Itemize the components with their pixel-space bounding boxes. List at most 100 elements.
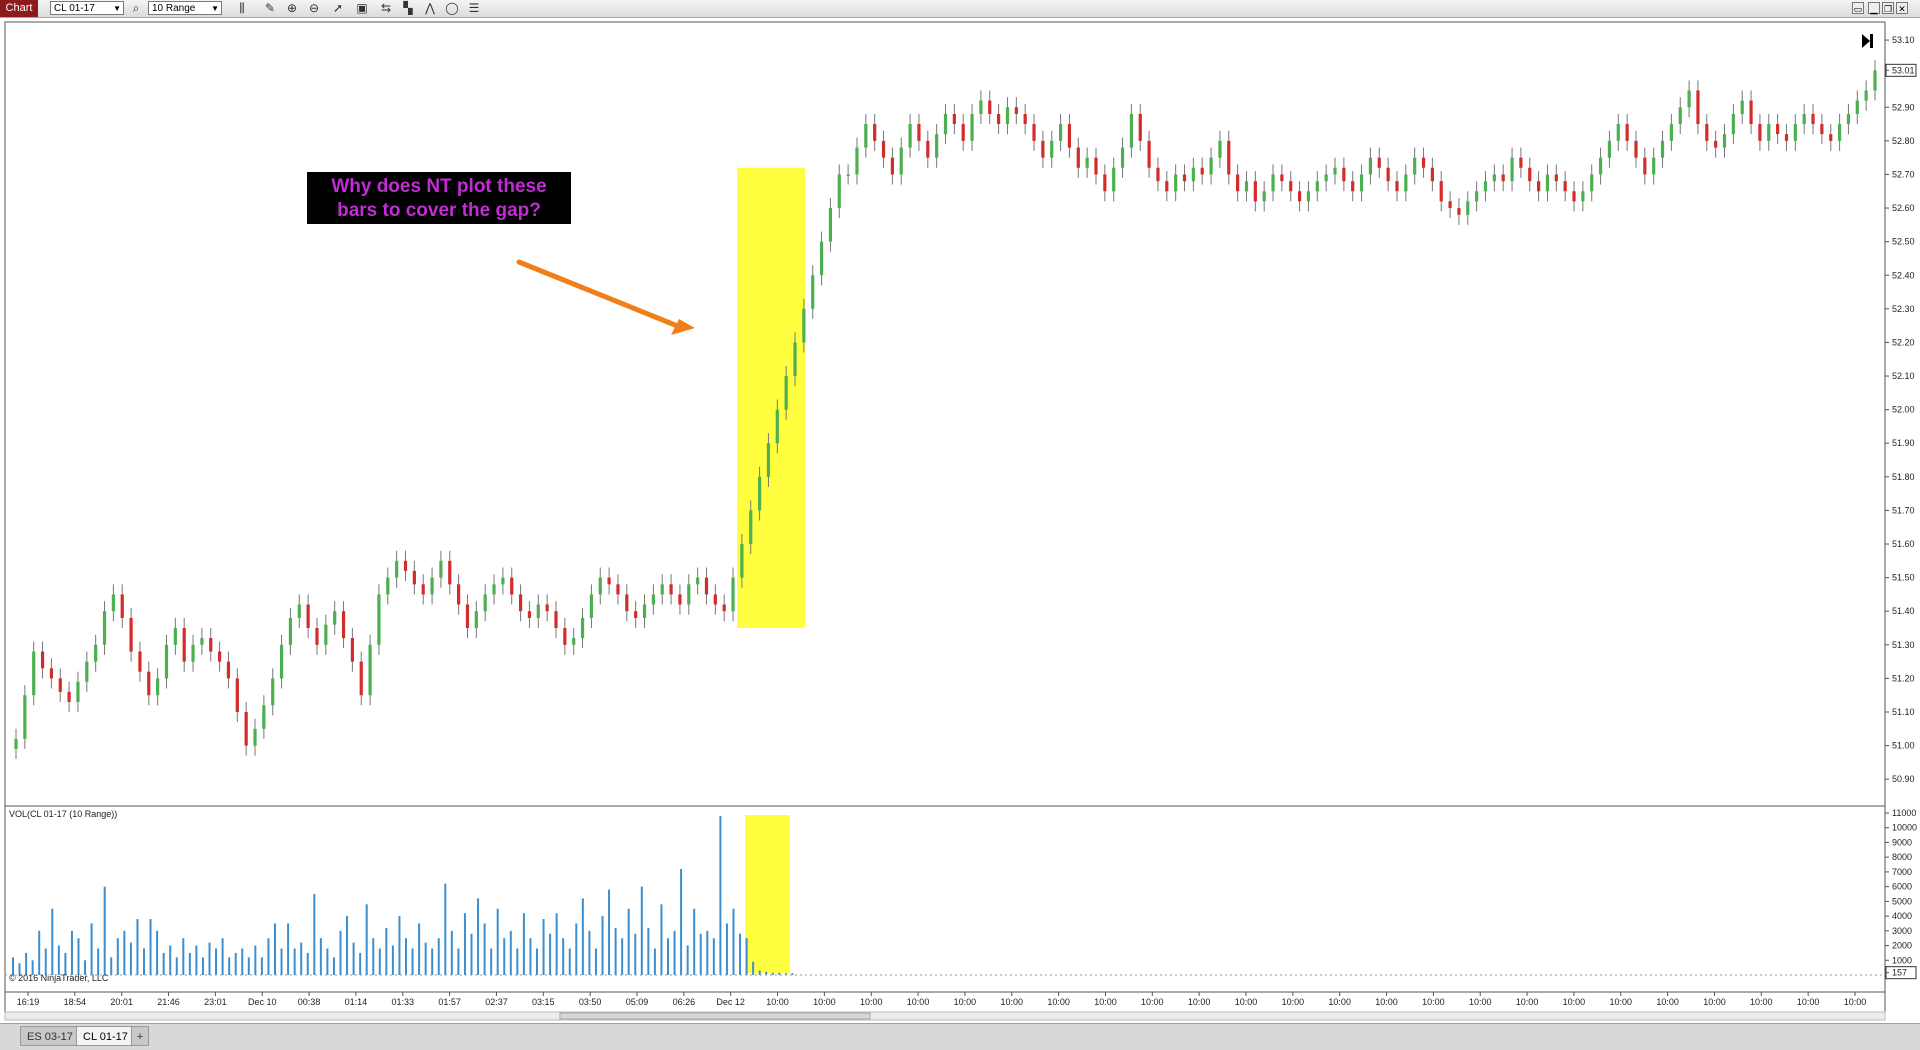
volume-bar (77, 938, 80, 975)
candle-body (1156, 167, 1160, 182)
candle-body (1820, 124, 1824, 135)
chart-style-icon[interactable]: ⇆ (378, 1, 394, 16)
candle-body (262, 705, 266, 729)
candle-body (1545, 174, 1550, 192)
minimize-icon[interactable]: ▁ (1868, 2, 1880, 14)
time-tick-label: 05:09 (626, 997, 649, 1007)
volume-bar (470, 933, 473, 975)
tab-cl-01-17[interactable]: CL 01-17 (76, 1026, 135, 1046)
add-tab-button[interactable]: + (131, 1026, 149, 1046)
candle-body (1572, 191, 1576, 202)
bar-type-icon[interactable]: ⫼ (234, 1, 250, 16)
time-tick-label: 10:00 (1656, 997, 1679, 1007)
candle-body (660, 584, 664, 595)
time-tick-label: 10:00 (1328, 997, 1351, 1007)
candle-body (156, 678, 160, 696)
refresh-icon[interactable]: ◯ (444, 1, 460, 16)
time-tick-label: 10:00 (1094, 997, 1117, 1007)
zoom-out-icon[interactable]: ⊖ (306, 1, 322, 16)
instrument-selector[interactable]: CL 01-17 ▼ (50, 1, 124, 15)
list-icon[interactable]: ☰ (466, 1, 482, 16)
price-tick-label: 53.01 (1892, 65, 1915, 75)
candle-body (713, 594, 717, 605)
volume-bar (418, 923, 421, 975)
candle-body (129, 617, 133, 652)
close-icon[interactable]: ✕ (1896, 2, 1908, 14)
maximize-icon[interactable]: ❐ (1882, 2, 1894, 14)
candle-body (1519, 157, 1523, 168)
candle-body (1404, 174, 1408, 192)
volume-bar (483, 923, 486, 975)
pointer-icon[interactable]: ➚ (330, 1, 346, 16)
price-tick-label: 51.20 (1892, 673, 1915, 683)
candle-body (1678, 107, 1682, 125)
time-tick-label: 10:00 (1375, 997, 1398, 1007)
candle-body (828, 208, 833, 242)
scrollbar-thumb[interactable] (559, 1012, 871, 1020)
volume-bar (398, 916, 401, 975)
candle-body (687, 584, 691, 605)
time-tick-label: 01:57 (438, 997, 461, 1007)
candle-body (1457, 208, 1461, 215)
candle-body (1643, 157, 1647, 175)
candle-body (1475, 191, 1479, 202)
candle-body (182, 628, 186, 662)
candle-body (1802, 113, 1806, 125)
pencil-icon[interactable]: ✎ (262, 1, 278, 16)
candle-body (1377, 157, 1381, 168)
candle-body (350, 638, 354, 662)
candle-body (457, 584, 461, 605)
tab-es-03-17[interactable]: ES 03-17 (20, 1026, 80, 1046)
volume-bar (149, 919, 152, 975)
time-tick-label: 23:01 (204, 997, 227, 1007)
chart-window-tab[interactable]: Chart (0, 0, 38, 17)
time-tick-label: 00:38 (298, 997, 321, 1007)
volume-tick-label: 7000 (1892, 867, 1912, 877)
volume-bar (385, 927, 388, 975)
volume-bar (326, 948, 329, 975)
volume-bar (201, 957, 204, 975)
candle-body (1430, 167, 1434, 182)
candle-body (545, 604, 549, 612)
price-tick-label: 52.40 (1892, 270, 1915, 280)
interval-selector[interactable]: 10 Range ▼ (148, 1, 222, 15)
candle-body (1315, 181, 1319, 192)
horizontal-scrollbar[interactable] (4, 1011, 1886, 1021)
candle-body (881, 140, 886, 158)
price-tick-label: 52.70 (1892, 169, 1915, 179)
candle-body (147, 671, 151, 696)
time-tick-label: 10:00 (860, 997, 883, 1007)
time-tick-label: 10:00 (1469, 997, 1492, 1007)
candle-body (554, 611, 558, 629)
candle-body (1359, 174, 1364, 192)
chart-frame (4, 21, 1886, 1013)
candle-body (306, 604, 310, 629)
candle-body (1041, 140, 1045, 158)
volume-bar (634, 933, 637, 975)
restore-icon[interactable]: ▭ (1852, 2, 1864, 14)
volume-bar (771, 972, 774, 975)
candle-body (1306, 191, 1311, 202)
candle-body (32, 651, 36, 696)
candle-body (1784, 134, 1789, 141)
candle-body (1767, 124, 1771, 141)
candle-body (1758, 124, 1762, 141)
candle-body (1421, 157, 1426, 168)
price-tick-label: 53.10 (1892, 35, 1915, 45)
volume-bar (339, 930, 342, 975)
zoom-in-icon[interactable]: ⊕ (284, 1, 300, 16)
time-tick-label: 10:00 (1610, 997, 1633, 1007)
candle-body (173, 628, 177, 645)
price-chart[interactable]: 53.10 53.01 52.90 52.80 52.70 52.60 52.50 52.40… (0, 18, 1920, 1022)
data-box-icon[interactable]: ▣ (354, 1, 370, 16)
candle-body (819, 241, 824, 276)
candle-body (1740, 100, 1744, 114)
candle-body (341, 611, 346, 639)
indicators-icon[interactable]: ▚ (400, 1, 416, 16)
search-icon[interactable]: ⌕ (128, 1, 144, 16)
volume-bar (614, 927, 617, 975)
price-tick-label: 51.30 (1892, 640, 1915, 650)
strategies-icon[interactable]: ⋀ (422, 1, 438, 16)
price-tick-label: 52.30 (1892, 304, 1915, 314)
candle-body (297, 604, 301, 618)
